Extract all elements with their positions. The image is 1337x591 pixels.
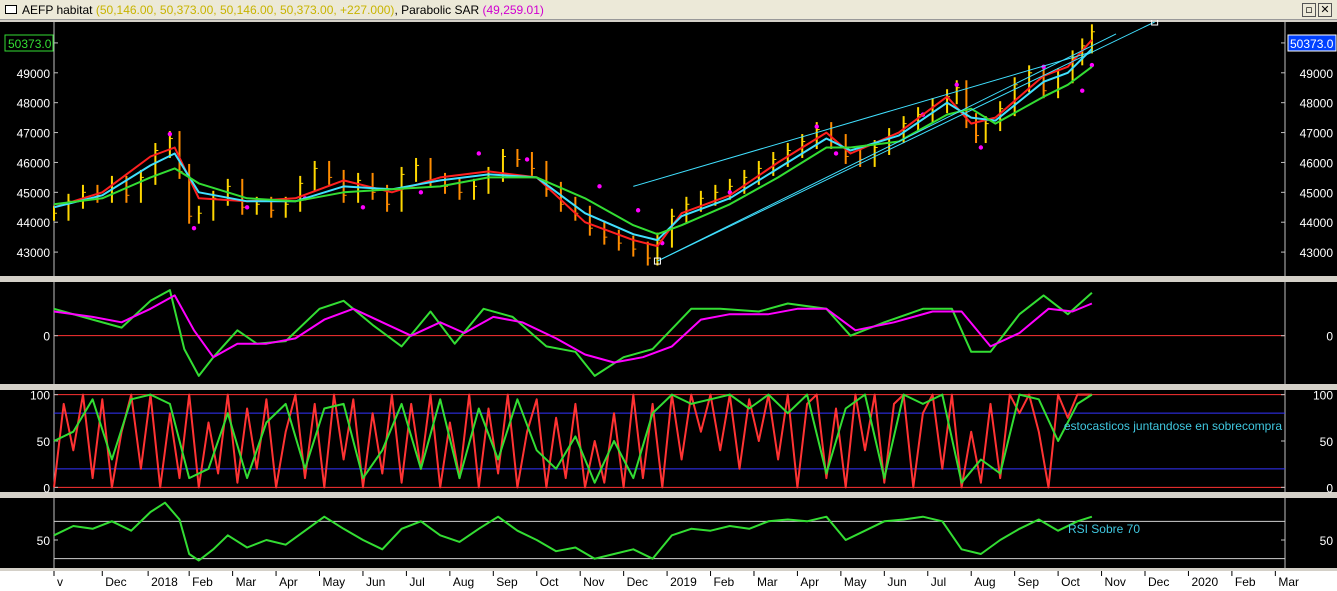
sar-dot xyxy=(954,82,959,87)
sar-dot xyxy=(1089,62,1095,68)
stochastic-tick-label-right: 50 xyxy=(1320,435,1334,449)
price-tick-label-right: 43000 xyxy=(1300,246,1334,260)
time-axis-label: Apr xyxy=(279,575,298,589)
price-tick-label-left: 44000 xyxy=(17,216,51,230)
time-axis-label: Sep xyxy=(496,575,518,589)
time-axis-label: May xyxy=(323,575,346,589)
indicator-name: Parabolic SAR xyxy=(401,3,480,17)
momentum-tick-label-left: 0 xyxy=(43,330,50,344)
sar-dot xyxy=(244,205,250,210)
sar-dot xyxy=(524,157,530,162)
time-axis-label: Jul xyxy=(931,575,946,589)
sar-dot xyxy=(1080,88,1085,93)
stochastic-annotation: estocasticos juntandose en sobrecompra xyxy=(1064,419,1282,433)
time-axis-label: Mar xyxy=(1278,575,1299,589)
stochastic-tick-label-left: 100 xyxy=(30,389,50,403)
stock-chart: 43000 43000 44000 44000 45000 45000 46000 46000… xyxy=(0,20,1337,591)
time-axis-label: Apr xyxy=(800,575,819,589)
time-axis-label: Mar xyxy=(236,575,257,589)
sar-dot xyxy=(476,151,482,156)
indicator-value: (49,259.01) xyxy=(482,3,544,17)
price-tick-label-left: 43000 xyxy=(17,246,51,260)
price-tick-label-left: 45000 xyxy=(17,186,51,200)
momentum-tick-label-right: 0 xyxy=(1326,330,1333,344)
price-tick-label-left: 47000 xyxy=(17,127,51,141)
time-axis-label: Oct xyxy=(1061,575,1080,589)
time-axis-label: Jun xyxy=(366,575,385,589)
stochastic-tick-label-right: 100 xyxy=(1313,389,1333,403)
sar-dot xyxy=(978,145,984,150)
price-tick-label-right: 48000 xyxy=(1300,97,1334,111)
time-axis-label: Feb xyxy=(192,575,213,589)
restore-button[interactable]: ▫ xyxy=(1302,3,1316,17)
time-axis-label: v xyxy=(57,575,63,589)
last-price-label-left: 50373.0 xyxy=(8,37,52,51)
price-tick-label-left: 48000 xyxy=(17,97,51,111)
price-tick-label-right: 45000 xyxy=(1300,186,1334,200)
rsi-tick-label-right: 50 xyxy=(1320,534,1334,548)
price-tick-label-left: 49000 xyxy=(17,67,51,81)
time-axis-label: Feb xyxy=(714,575,735,589)
price-tick-label-right: 44000 xyxy=(1300,216,1334,230)
time-axis-label: Jun xyxy=(887,575,906,589)
close-button[interactable]: ✕ xyxy=(1318,3,1332,17)
sar-dot xyxy=(635,208,641,213)
time-axis-label: Sep xyxy=(1018,575,1040,589)
price-tick-label-left: 46000 xyxy=(17,156,51,170)
ohlc-values: (50,146.00, 50,373.00, 50,146.00, 50,373… xyxy=(95,3,395,17)
price-panel-bg xyxy=(0,22,1337,276)
time-axis-label: May xyxy=(844,575,867,589)
window-titlebar: AEFP habitat (50,146.00, 50,373.00, 50,1… xyxy=(0,0,1337,20)
last-price-label-right: 50373.0 xyxy=(1290,37,1334,51)
sar-dot xyxy=(191,225,197,231)
time-axis-label: Nov xyxy=(583,575,604,589)
time-axis-label: Dec xyxy=(627,575,648,589)
rsi-tick-label-left: 50 xyxy=(37,534,51,548)
sar-dot xyxy=(833,151,839,156)
time-axis-label: 2019 xyxy=(670,575,697,589)
rsi-annotation: RSI Sobre 70 xyxy=(1068,522,1140,536)
time-axis-label: Feb xyxy=(1235,575,1256,589)
sar-dot xyxy=(360,205,366,210)
stochastic-tick-label-left: 0 xyxy=(43,481,50,495)
sar-dot xyxy=(418,190,424,195)
sar-dot xyxy=(814,124,819,129)
time-axis-label: 2018 xyxy=(151,575,178,589)
sar-dot xyxy=(167,131,173,137)
time-axis-label: 2020 xyxy=(1191,575,1218,589)
stochastic-tick-label-right: 0 xyxy=(1326,481,1333,495)
price-tick-label-right: 49000 xyxy=(1300,67,1334,81)
time-axis-label: Dec xyxy=(1148,575,1169,589)
window-title-text: AEFP habitat (50,146.00, 50,373.00, 50,1… xyxy=(22,3,544,17)
stochastic-tick-label-left: 50 xyxy=(37,435,51,449)
time-axis-label: Jul xyxy=(409,575,424,589)
time-axis-label: Dec xyxy=(105,575,126,589)
time-axis-label: Mar xyxy=(757,575,778,589)
sar-dot xyxy=(597,184,602,189)
time-axis-label: Aug xyxy=(974,575,995,589)
document-icon xyxy=(5,5,17,14)
title-separator: , xyxy=(394,3,398,17)
time-axis-label: Aug xyxy=(453,575,474,589)
time-axis-label: Oct xyxy=(540,575,559,589)
price-tick-label-right: 46000 xyxy=(1300,156,1334,170)
price-tick-label-right: 47000 xyxy=(1300,127,1334,141)
symbol-name: AEFP habitat xyxy=(22,3,93,17)
time-axis-label: Nov xyxy=(1105,575,1126,589)
